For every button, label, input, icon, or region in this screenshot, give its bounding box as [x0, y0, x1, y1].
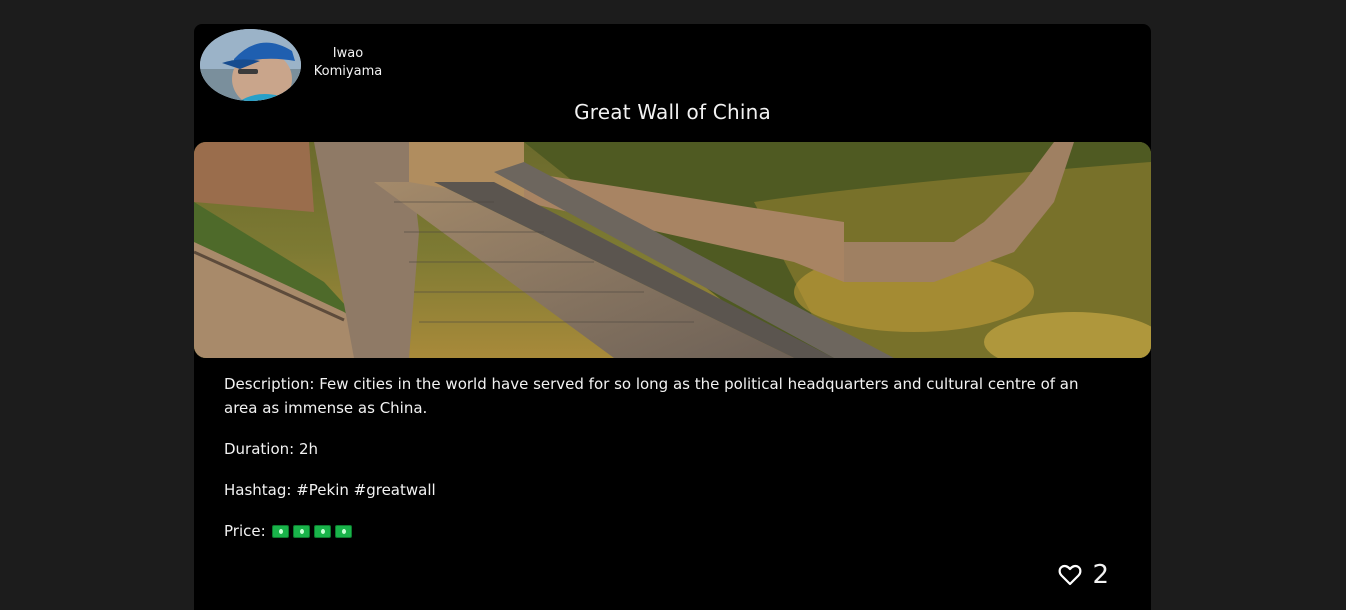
- heart-icon[interactable]: [1058, 564, 1082, 586]
- money-bill-icon: [293, 525, 311, 538]
- author-info[interactable]: Iwao Komiyama: [200, 29, 391, 101]
- like-count: 2: [1092, 560, 1109, 590]
- author-name[interactable]: Iwao Komiyama: [305, 45, 391, 81]
- money-bill-icon: [314, 525, 332, 538]
- price-icons: [272, 525, 353, 538]
- post-hashtags: Hashtag: #Pekin #greatwall: [224, 481, 436, 499]
- likes: 2: [1058, 562, 1109, 588]
- post-description: Description: Few cities in the world hav…: [224, 375, 1079, 417]
- money-bill-icon: [272, 525, 290, 538]
- avatar-photo: [200, 29, 301, 101]
- price-label: Price:: [224, 522, 266, 540]
- author-avatar[interactable]: [200, 29, 301, 101]
- post-title: Great Wall of China: [574, 100, 771, 124]
- great-wall-photo: [194, 142, 1151, 358]
- author-first-name: Iwao: [332, 46, 364, 61]
- money-bill-icon: [335, 525, 353, 538]
- author-last-name: Komiyama: [313, 64, 383, 79]
- post-details: Description: Few cities in the world hav…: [224, 372, 1114, 560]
- post-duration: Duration: 2h: [224, 440, 319, 458]
- itinerary-card: Iwao Komiyama Great Wall of China Descri…: [194, 24, 1151, 610]
- hero-image: [194, 142, 1151, 358]
- post-price: Price:: [224, 519, 1114, 543]
